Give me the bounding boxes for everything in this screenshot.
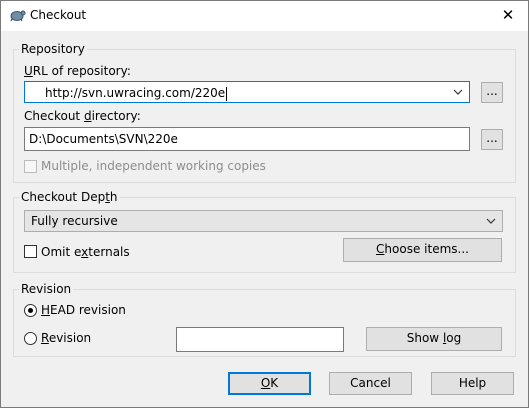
directory-browse-button[interactable]: ... — [481, 129, 503, 150]
repository-group-label: Repository — [19, 42, 87, 56]
choose-items-button[interactable]: Choose items... — [343, 238, 502, 262]
cancel-button[interactable]: Cancel — [329, 372, 412, 395]
depth-dropdown[interactable]: Fully recursive — [24, 210, 503, 232]
multiple-working-copies-checkbox[interactable] — [24, 160, 37, 173]
omit-externals-label: Omit externals — [41, 245, 130, 259]
url-label: URL of repository: — [24, 64, 131, 78]
chevron-down-icon[interactable] — [451, 83, 465, 101]
ok-button[interactable]: OK — [228, 372, 311, 395]
radio-selected-dot — [28, 308, 33, 313]
url-input-text: http://svn.uwracing.com/220e — [45, 86, 228, 101]
url-combobox[interactable]: http://svn.uwracing.com/220e — [24, 81, 470, 103]
tortoisesvn-icon — [8, 7, 26, 23]
revision-group-label: Revision — [19, 282, 74, 296]
close-icon[interactable]: ✕ — [493, 3, 523, 27]
revision-input[interactable] — [176, 327, 344, 352]
directory-label: Checkout directory: — [24, 109, 141, 123]
url-browse-button[interactable]: ... — [481, 82, 503, 103]
show-log-button[interactable]: Show log — [366, 327, 502, 351]
revision-radio[interactable] — [24, 332, 37, 345]
depth-group-label: Checkout Depth — [19, 190, 120, 204]
revision-label: Revision — [41, 331, 92, 345]
help-button[interactable]: Help — [431, 372, 514, 395]
head-revision-radio[interactable] — [24, 304, 37, 317]
window-title: Checkout — [30, 8, 87, 22]
multiple-working-copies-label: Multiple, independent working copies — [41, 159, 266, 173]
omit-externals-checkbox[interactable] — [24, 245, 37, 258]
directory-input[interactable]: D:\Documents\SVN\220e — [24, 127, 470, 151]
head-revision-label: HEAD revision — [41, 303, 126, 317]
chevron-down-icon — [484, 212, 498, 230]
